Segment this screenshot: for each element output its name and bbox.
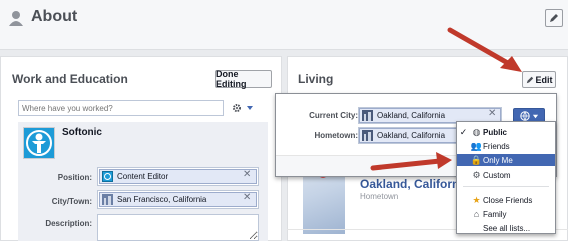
chevron-down-icon xyxy=(247,106,253,110)
city-thumbnail-icon xyxy=(362,110,373,121)
city-town-token: San Francisco, California xyxy=(99,192,257,207)
city-thumbnail-icon xyxy=(102,194,113,205)
option-label: Family xyxy=(483,209,507,219)
option-label: Close Friends xyxy=(483,195,533,205)
job-icon xyxy=(102,171,113,182)
remove-current-city-icon[interactable]: ✕ xyxy=(488,108,496,119)
privacy-option-close-friends[interactable]: ★ Close Friends xyxy=(457,194,555,206)
chevron-down-icon xyxy=(532,114,538,118)
privacy-option-family[interactable]: ⌂ Family xyxy=(457,208,555,220)
description-textarea[interactable] xyxy=(97,214,259,241)
gear-icon: ⚙ xyxy=(472,169,481,180)
privacy-option-only-me[interactable]: 🔒 Only Me xyxy=(457,154,555,166)
edit-label: Edit xyxy=(535,74,553,85)
living-section-title: Living xyxy=(298,72,334,86)
page-header xyxy=(0,0,568,50)
option-label: Public xyxy=(483,127,508,137)
hometown-link[interactable]: Oakland, California xyxy=(360,177,469,191)
option-label: Only Me xyxy=(483,155,513,165)
city-thumbnail-icon xyxy=(362,130,373,141)
remove-position-icon[interactable]: ✕ xyxy=(243,169,251,180)
description-label: Description: xyxy=(45,219,92,228)
hometown-value: Oakland, California xyxy=(377,131,446,140)
living-edit-button[interactable]: Edit xyxy=(522,71,556,88)
privacy-option-see-all-lists[interactable]: See all lists... xyxy=(457,222,555,234)
privacy-option-public[interactable]: ✓ ◍ Public xyxy=(457,126,555,138)
softonic-logo-icon xyxy=(26,130,52,156)
city-town-value: San Francisco, California xyxy=(117,195,207,204)
option-label: See all lists... xyxy=(483,223,531,233)
privacy-option-custom[interactable]: ⚙ Custom xyxy=(457,169,555,181)
menu-separator xyxy=(463,186,549,187)
lock-icon: 🔒 xyxy=(470,154,483,165)
done-editing-button[interactable]: Done Editing xyxy=(215,69,272,89)
position-label: Position: xyxy=(57,173,92,182)
remove-city-icon[interactable]: ✕ xyxy=(243,192,251,203)
current-city-label: Current City: xyxy=(309,111,358,120)
company-name[interactable]: Softonic xyxy=(62,127,102,138)
globe-icon: ◍ xyxy=(472,126,481,137)
city-town-label: City/Town: xyxy=(51,197,92,206)
hometown-caption: Hometown xyxy=(360,192,399,201)
globe-icon xyxy=(519,111,530,121)
privacy-option-friends[interactable]: 👥 Friends xyxy=(457,140,555,152)
gear-icon xyxy=(233,104,241,112)
workplace-input[interactable] xyxy=(18,100,224,116)
person-icon xyxy=(9,11,23,26)
star-icon: ★ xyxy=(472,194,481,205)
pencil-icon xyxy=(550,14,558,22)
option-label: Friends xyxy=(483,141,510,151)
house-icon: ⌂ xyxy=(473,209,480,219)
page-title: About xyxy=(31,8,78,25)
work-section-title: Work and Education xyxy=(12,72,128,86)
work-settings-dropdown[interactable] xyxy=(232,101,266,115)
checkmark-icon: ✓ xyxy=(459,126,468,137)
friends-icon: 👥 xyxy=(470,140,483,151)
option-label: Custom xyxy=(483,170,511,180)
position-token: Content Editor xyxy=(99,169,257,184)
position-value: Content Editor xyxy=(117,172,169,181)
header-edit-button[interactable] xyxy=(545,9,563,27)
current-city-value: Oakland, California xyxy=(377,111,446,120)
pencil-icon xyxy=(526,76,533,83)
company-logo xyxy=(23,127,55,159)
hometown-label: Hometown: xyxy=(314,131,358,140)
